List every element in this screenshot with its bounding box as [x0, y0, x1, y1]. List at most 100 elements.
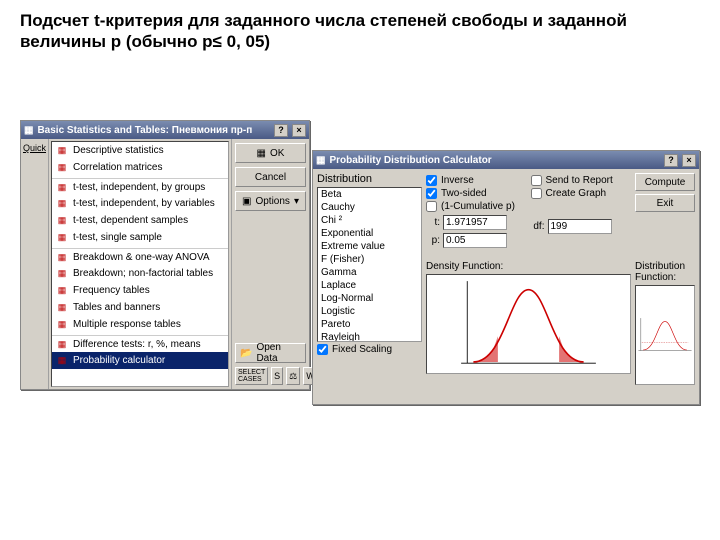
left-title-text: Basic Statistics and Tables: Пневмония п…: [37, 125, 252, 136]
list-item[interactable]: ▦ Multiple response tables: [52, 316, 228, 333]
list-item[interactable]: ▦ Probability calculator: [52, 352, 228, 369]
dist-item[interactable]: Laplace: [318, 279, 421, 292]
distribution-list[interactable]: BetaCauchyChi ²ExponentialExtreme valueF…: [317, 187, 422, 342]
list-item-label: Difference tests: r, %, means: [73, 339, 201, 350]
action-buttons: Compute Exit: [635, 173, 695, 257]
fixed-scaling-check[interactable]: Fixed Scaling: [317, 344, 422, 355]
inverse-check[interactable]: Inverse: [426, 175, 527, 186]
list-item[interactable]: ▦ Tables and banners: [52, 299, 228, 316]
p-input[interactable]: [443, 233, 507, 248]
list-item[interactable]: ▦Descriptive statistics: [52, 142, 228, 159]
quick-tab-column: Quick: [21, 139, 49, 389]
distribution-panel: Distribution BetaCauchyChi ²ExponentialE…: [317, 173, 422, 400]
dist-item[interactable]: Rayleigh: [318, 331, 421, 342]
dist-item[interactable]: Logistic: [318, 305, 421, 318]
summary-icon: ▦: [257, 148, 266, 159]
list-item[interactable]: ▦ Breakdown; non-factorial tables: [52, 265, 228, 282]
dist-item[interactable]: Chi ²: [318, 214, 421, 227]
weight-button[interactable]: ⚖: [286, 367, 300, 385]
t-input[interactable]: [443, 215, 507, 230]
p-field: p:: [426, 233, 527, 248]
close-button[interactable]: ×: [682, 154, 696, 167]
ok-button[interactable]: ▦OK: [235, 143, 306, 163]
stat-icon: ▦: [55, 354, 69, 366]
options-button[interactable]: ▣Options ▾: [235, 191, 306, 211]
send-report-check[interactable]: Send to Report: [531, 175, 632, 186]
analysis-list[interactable]: ▦Descriptive statistics▦Correlation matr…: [51, 141, 229, 387]
list-item-label: Breakdown & one-way ANOVA: [73, 252, 210, 263]
dist-item[interactable]: F (Fisher): [318, 253, 421, 266]
folder-icon: 📂: [240, 348, 252, 359]
list-item[interactable]: ▦Frequency tables: [52, 282, 228, 299]
t-field: t:: [426, 215, 527, 230]
cumulative-check[interactable]: (1-Cumulative p): [426, 201, 527, 212]
dist-item[interactable]: Gamma: [318, 266, 421, 279]
stat-icon: ▦: [55, 144, 69, 156]
app-icon: ▦: [24, 125, 33, 136]
stat-icon: ▦: [55, 301, 69, 313]
list-item-label: Correlation matrices: [73, 162, 162, 173]
weight-icon: ⚖: [289, 371, 297, 382]
chevron-down-icon: ▾: [294, 196, 299, 207]
stage: ▦ Basic Statistics and Tables: Пневмония…: [20, 120, 700, 420]
list-item[interactable]: ▦ Correlation matrices: [52, 159, 228, 176]
list-item[interactable]: ▦ t-test, independent, by groups: [52, 178, 228, 195]
help-button[interactable]: ?: [664, 154, 678, 167]
df-field: df:: [531, 219, 632, 234]
twosided-checkbox[interactable]: [426, 188, 437, 199]
distribution-plot: [635, 285, 695, 385]
select-cases-button[interactable]: SELECT CASES: [235, 367, 268, 385]
dist-item[interactable]: Beta: [318, 188, 421, 201]
t-label: t:: [426, 217, 440, 228]
stat-icon: ▦: [55, 161, 69, 173]
distribution-plot-panel: Distribution Function:: [635, 261, 695, 391]
cancel-button[interactable]: Cancel: [235, 167, 306, 187]
list-item-label: Multiple response tables: [73, 319, 181, 330]
density-plot: [426, 274, 631, 374]
stat-icon: ▦: [55, 252, 69, 264]
inverse-checkbox[interactable]: [426, 175, 437, 186]
stat-icon: ▦: [55, 231, 69, 243]
exit-button[interactable]: Exit: [635, 194, 695, 212]
list-item-label: t-test, independent, by groups: [73, 182, 205, 193]
app-icon: ▦: [316, 155, 325, 166]
options-col-1: Inverse Two-sided (1-Cumulative p) t: p:: [426, 173, 527, 257]
density-label: Density Function:: [426, 261, 631, 272]
twosided-check[interactable]: Two-sided: [426, 188, 527, 199]
density-plot-panel: Density Function:: [426, 261, 631, 391]
cumulative-checkbox[interactable]: [426, 201, 437, 212]
dist-item[interactable]: Log-Normal: [318, 292, 421, 305]
compute-button[interactable]: Compute: [635, 173, 695, 191]
close-button[interactable]: ×: [292, 124, 306, 137]
p-label: p:: [426, 235, 440, 246]
stat-icon: ▦: [55, 182, 69, 194]
df-label: df:: [531, 221, 545, 232]
open-data-button[interactable]: 📂Open Data: [235, 343, 306, 363]
list-item-label: Tables and banners: [73, 302, 160, 313]
list-item[interactable]: ▦t-test, single sample: [52, 229, 228, 246]
list-item[interactable]: ▦t-test, dependent samples: [52, 212, 228, 229]
options-col-2: Send to Report Create Graph df:: [531, 173, 632, 257]
list-item[interactable]: ▦Difference tests: r, %, means: [52, 335, 228, 352]
dist-item[interactable]: Cauchy: [318, 201, 421, 214]
df-input[interactable]: [548, 219, 612, 234]
list-item-label: Probability calculator: [73, 355, 165, 366]
stat-icon: ▦: [55, 267, 69, 279]
stat-icon: ▦: [55, 214, 69, 226]
cases-s-button[interactable]: S: [271, 367, 283, 385]
dist-item[interactable]: Extreme value: [318, 240, 421, 253]
quick-tab[interactable]: Quick: [23, 143, 46, 153]
dist-item[interactable]: Exponential: [318, 227, 421, 240]
list-item-label: Breakdown; non-factorial tables: [73, 268, 213, 279]
create-graph-checkbox[interactable]: [531, 188, 542, 199]
stat-icon: ▦: [55, 318, 69, 330]
dist-item[interactable]: Pareto: [318, 318, 421, 331]
help-button[interactable]: ?: [274, 124, 288, 137]
send-report-checkbox[interactable]: [531, 175, 542, 186]
options-icon: ▣: [242, 196, 251, 207]
page-title: Подсчет t-критерия для заданного числа с…: [20, 10, 700, 53]
list-item[interactable]: ▦t-test, independent, by variables: [52, 195, 228, 212]
list-item[interactable]: ▦ Breakdown & one-way ANOVA: [52, 248, 228, 265]
fixed-scaling-checkbox[interactable]: [317, 344, 328, 355]
create-graph-check[interactable]: Create Graph: [531, 188, 632, 199]
